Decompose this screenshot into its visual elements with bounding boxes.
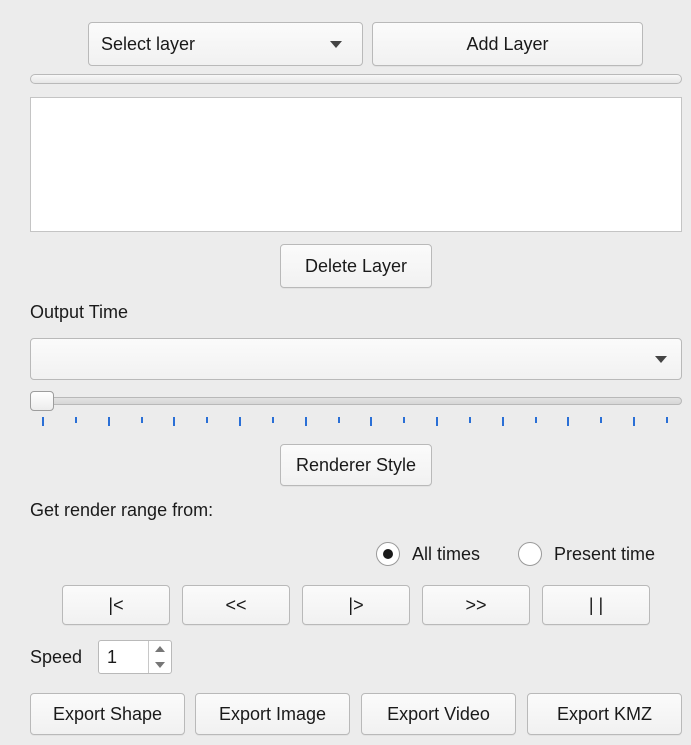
slider-tick: [337, 417, 340, 423]
speed-label: Speed: [30, 647, 83, 667]
radio-selected-dot: [383, 549, 393, 559]
export-shape-button[interactable]: Export Shape: [30, 693, 185, 735]
radio-present-time[interactable]: Present time: [518, 542, 655, 566]
time-slider-handle[interactable]: [30, 391, 54, 411]
speed-spinbox[interactable]: 1: [98, 640, 172, 674]
slider-tick: [206, 417, 209, 423]
layer-progress-bar: [30, 74, 682, 84]
slider-tick: [107, 417, 110, 426]
radio-button[interactable]: [376, 542, 400, 566]
slider-tick: [468, 417, 471, 423]
slider-tick: [633, 417, 636, 426]
slider-tick: [74, 417, 77, 423]
spin-up-button[interactable]: [149, 641, 171, 657]
output-time-label: Output Time: [30, 302, 129, 322]
select-layer-value: Select layer: [101, 33, 196, 54]
export-image-button[interactable]: Export Image: [195, 693, 350, 735]
slider-tick: [403, 417, 406, 423]
radio-all-times-label: All times: [412, 543, 481, 564]
select-layer-dropdown[interactable]: Select layer: [88, 22, 363, 66]
speed-stepper[interactable]: [148, 641, 171, 673]
slider-tick: [666, 417, 668, 423]
radio-all-times[interactable]: All times: [376, 542, 480, 566]
step-back-button[interactable]: <<: [182, 585, 290, 625]
slider-tick: [42, 417, 44, 426]
layer-list[interactable]: [30, 97, 682, 232]
slider-tick: [501, 417, 504, 426]
spin-down-button[interactable]: [149, 657, 171, 673]
delete-layer-button[interactable]: Delete Layer: [280, 244, 432, 288]
time-slider-ticks: [42, 417, 668, 427]
chevron-down-icon: [330, 40, 342, 48]
slider-tick: [173, 417, 176, 426]
pause-button[interactable]: | |: [542, 585, 650, 625]
slider-tick: [239, 417, 242, 426]
chevron-down-icon: [655, 355, 667, 363]
slider-tick: [271, 417, 274, 423]
slider-tick: [436, 417, 439, 426]
step-forward-button[interactable]: >>: [422, 585, 530, 625]
renderer-style-button[interactable]: Renderer Style: [280, 444, 432, 486]
chevron-down-icon: [155, 662, 165, 668]
radio-button[interactable]: [518, 542, 542, 566]
slider-tick: [304, 417, 307, 426]
chevron-up-icon: [155, 646, 165, 652]
play-button[interactable]: |>: [302, 585, 410, 625]
output-time-dropdown[interactable]: [30, 338, 682, 380]
render-range-label: Get render range from:: [30, 500, 214, 520]
slider-tick: [534, 417, 537, 423]
speed-value: 1: [107, 646, 118, 667]
first-frame-button[interactable]: |<: [62, 585, 170, 625]
radio-present-time-label: Present time: [554, 543, 656, 564]
slider-tick: [600, 417, 603, 423]
export-video-button[interactable]: Export Video: [361, 693, 516, 735]
export-kmz-button[interactable]: Export KMZ: [527, 693, 682, 735]
slider-tick: [370, 417, 373, 426]
slider-tick: [567, 417, 570, 426]
slider-tick: [140, 417, 143, 423]
time-slider-groove[interactable]: [30, 397, 682, 405]
add-layer-button[interactable]: Add Layer: [372, 22, 643, 66]
